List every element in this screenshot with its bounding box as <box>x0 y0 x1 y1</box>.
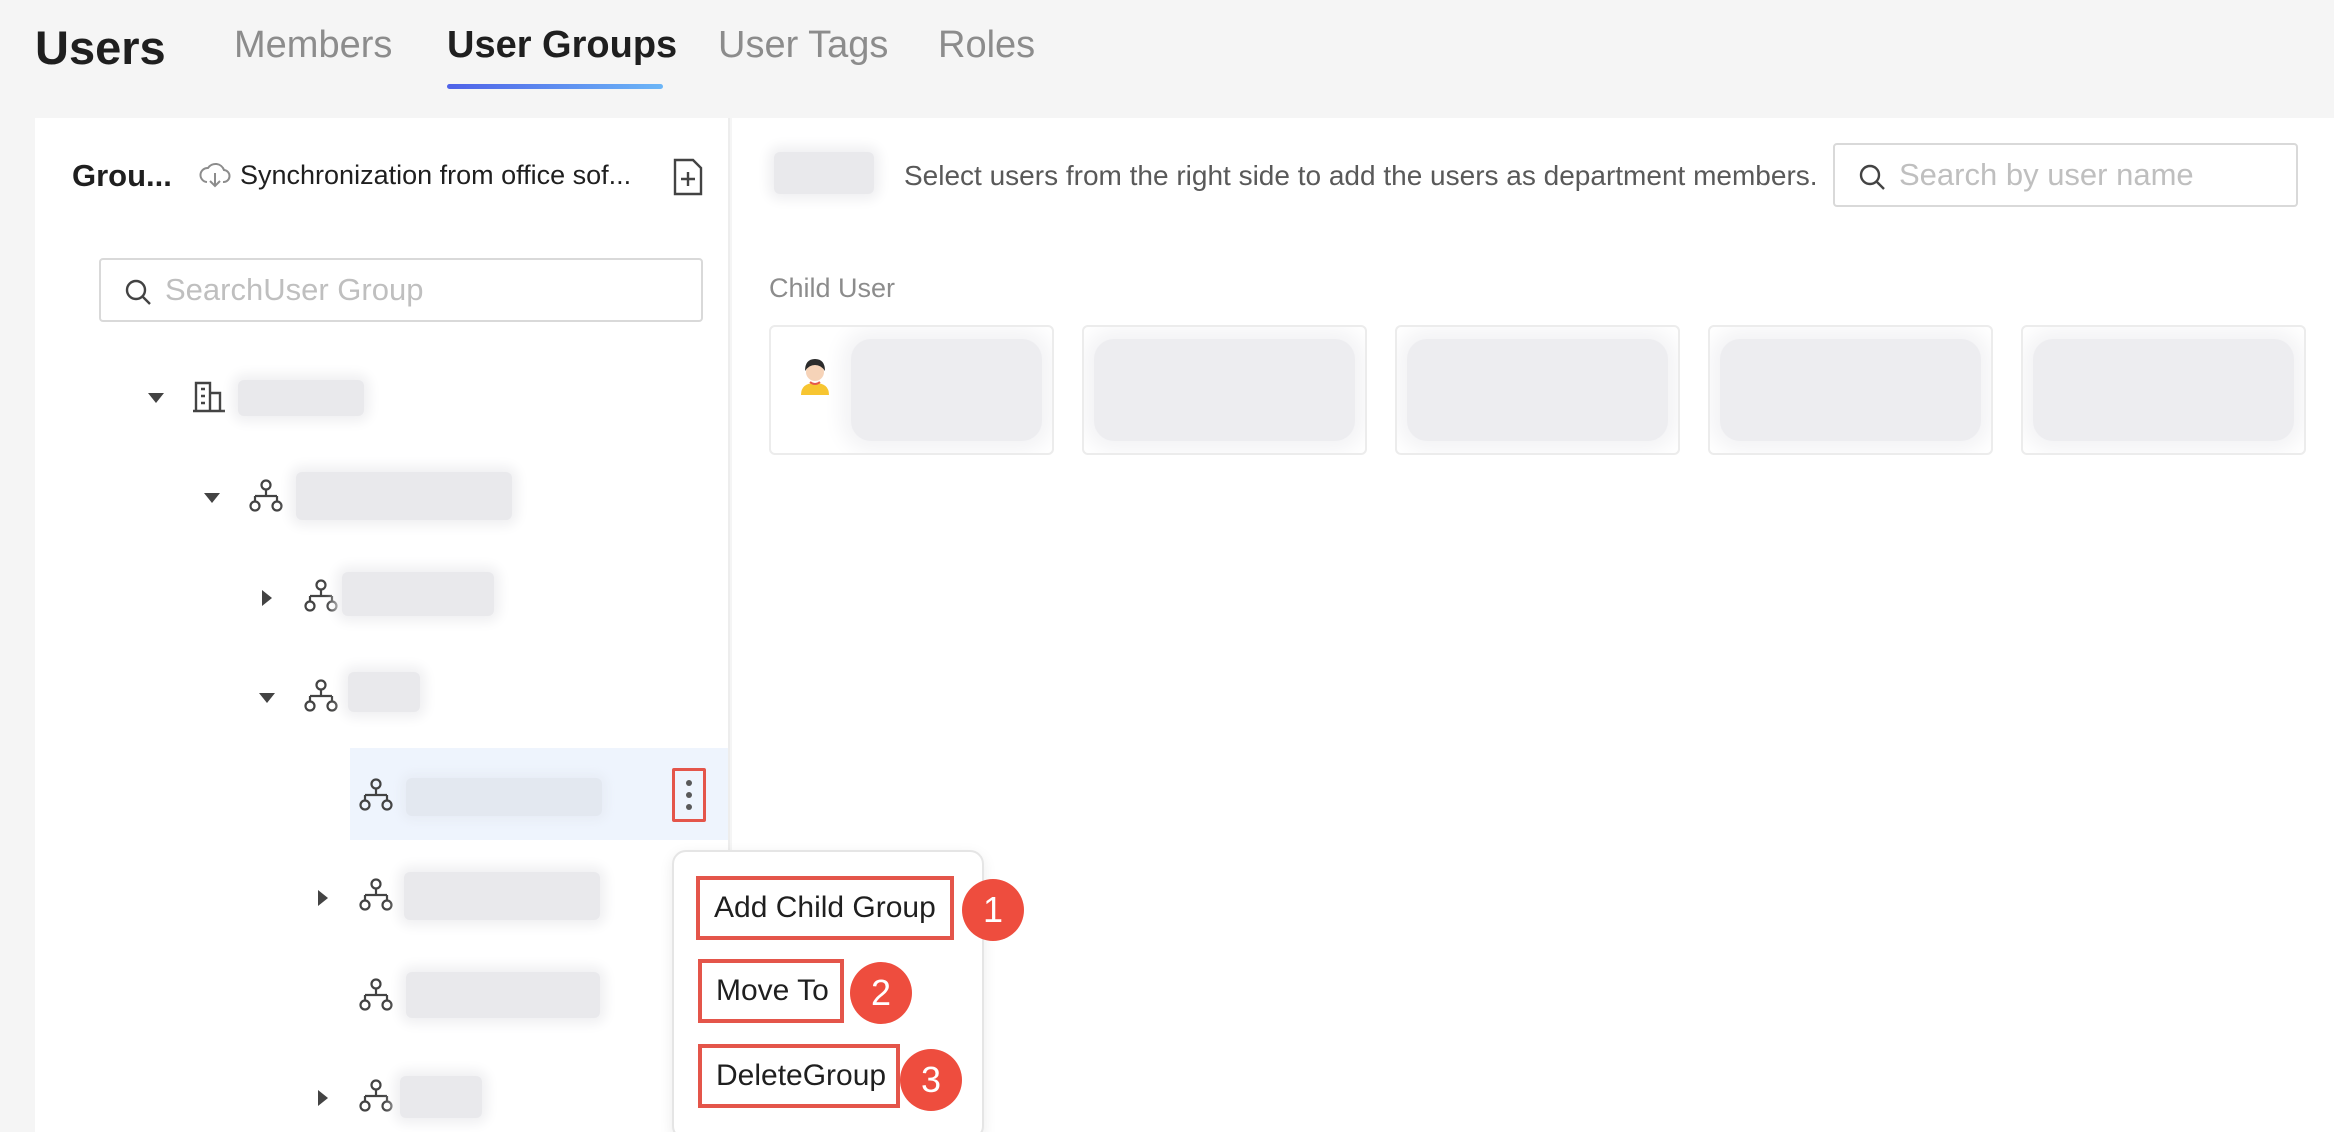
user-card[interactable] <box>1708 325 1993 455</box>
org-structure-icon <box>358 777 394 813</box>
more-options-button[interactable] <box>672 768 706 822</box>
add-group-icon[interactable] <box>672 158 704 196</box>
search-icon <box>1857 162 1887 192</box>
tree-node-label[interactable] <box>348 672 420 712</box>
step-badge-2: 2 <box>850 962 912 1024</box>
menu-item-add-child-group[interactable]: Add Child Group <box>696 876 954 940</box>
caret-down-icon[interactable] <box>145 387 167 409</box>
org-structure-icon <box>303 578 339 614</box>
page-title: Users <box>35 21 166 74</box>
sync-from-office-link[interactable]: Synchronization from office sof... <box>240 160 631 191</box>
tab-roles[interactable]: Roles <box>938 24 1035 67</box>
caret-down-icon[interactable] <box>201 487 223 509</box>
add-members-hint: Select users from the right side to add … <box>904 160 1818 191</box>
cloud-download-icon[interactable] <box>198 158 232 192</box>
tab-members[interactable]: Members <box>234 24 392 67</box>
tab-user-tags[interactable]: User Tags <box>718 24 888 67</box>
user-search-field[interactable] <box>1833 143 2298 207</box>
org-structure-icon <box>303 678 339 714</box>
department-name-placeholder <box>774 152 874 194</box>
caret-right-icon[interactable] <box>312 887 334 909</box>
tree-node-label[interactable] <box>342 572 494 616</box>
avatar <box>797 355 833 395</box>
user-card[interactable] <box>2021 325 2306 455</box>
tree-node-label[interactable] <box>238 380 364 416</box>
tree-node-label[interactable] <box>406 972 600 1018</box>
active-tab-indicator <box>447 84 663 89</box>
org-structure-icon <box>358 977 394 1013</box>
group-search-input[interactable] <box>165 268 685 312</box>
org-structure-icon <box>358 1078 394 1114</box>
child-user-label: Child User <box>769 273 896 303</box>
tree-node-label[interactable] <box>296 472 512 520</box>
user-card[interactable] <box>1395 325 1680 455</box>
search-icon <box>123 277 153 307</box>
groups-title: Grou... <box>72 158 172 193</box>
tab-user-groups[interactable]: User Groups <box>447 24 677 67</box>
caret-right-icon[interactable] <box>256 587 278 609</box>
tree-node-label[interactable] <box>404 872 600 920</box>
user-card[interactable] <box>1082 325 1367 455</box>
tree-node-label[interactable] <box>400 1076 482 1118</box>
step-badge-3: 3 <box>900 1049 962 1111</box>
org-structure-icon <box>248 478 284 514</box>
menu-item-delete-group[interactable]: DeleteGroup <box>698 1044 900 1108</box>
user-card[interactable] <box>769 325 1054 455</box>
user-search-input[interactable] <box>1899 153 2279 197</box>
tree-node-label[interactable] <box>406 778 602 816</box>
org-structure-icon <box>358 877 394 913</box>
step-badge-1: 1 <box>962 879 1024 941</box>
building-icon <box>191 379 227 415</box>
more-vertical-icon <box>686 780 692 786</box>
caret-down-icon[interactable] <box>256 687 278 709</box>
caret-right-icon[interactable] <box>312 1087 334 1109</box>
menu-item-move-to[interactable]: Move To <box>698 959 844 1023</box>
group-search-field[interactable] <box>99 258 703 322</box>
